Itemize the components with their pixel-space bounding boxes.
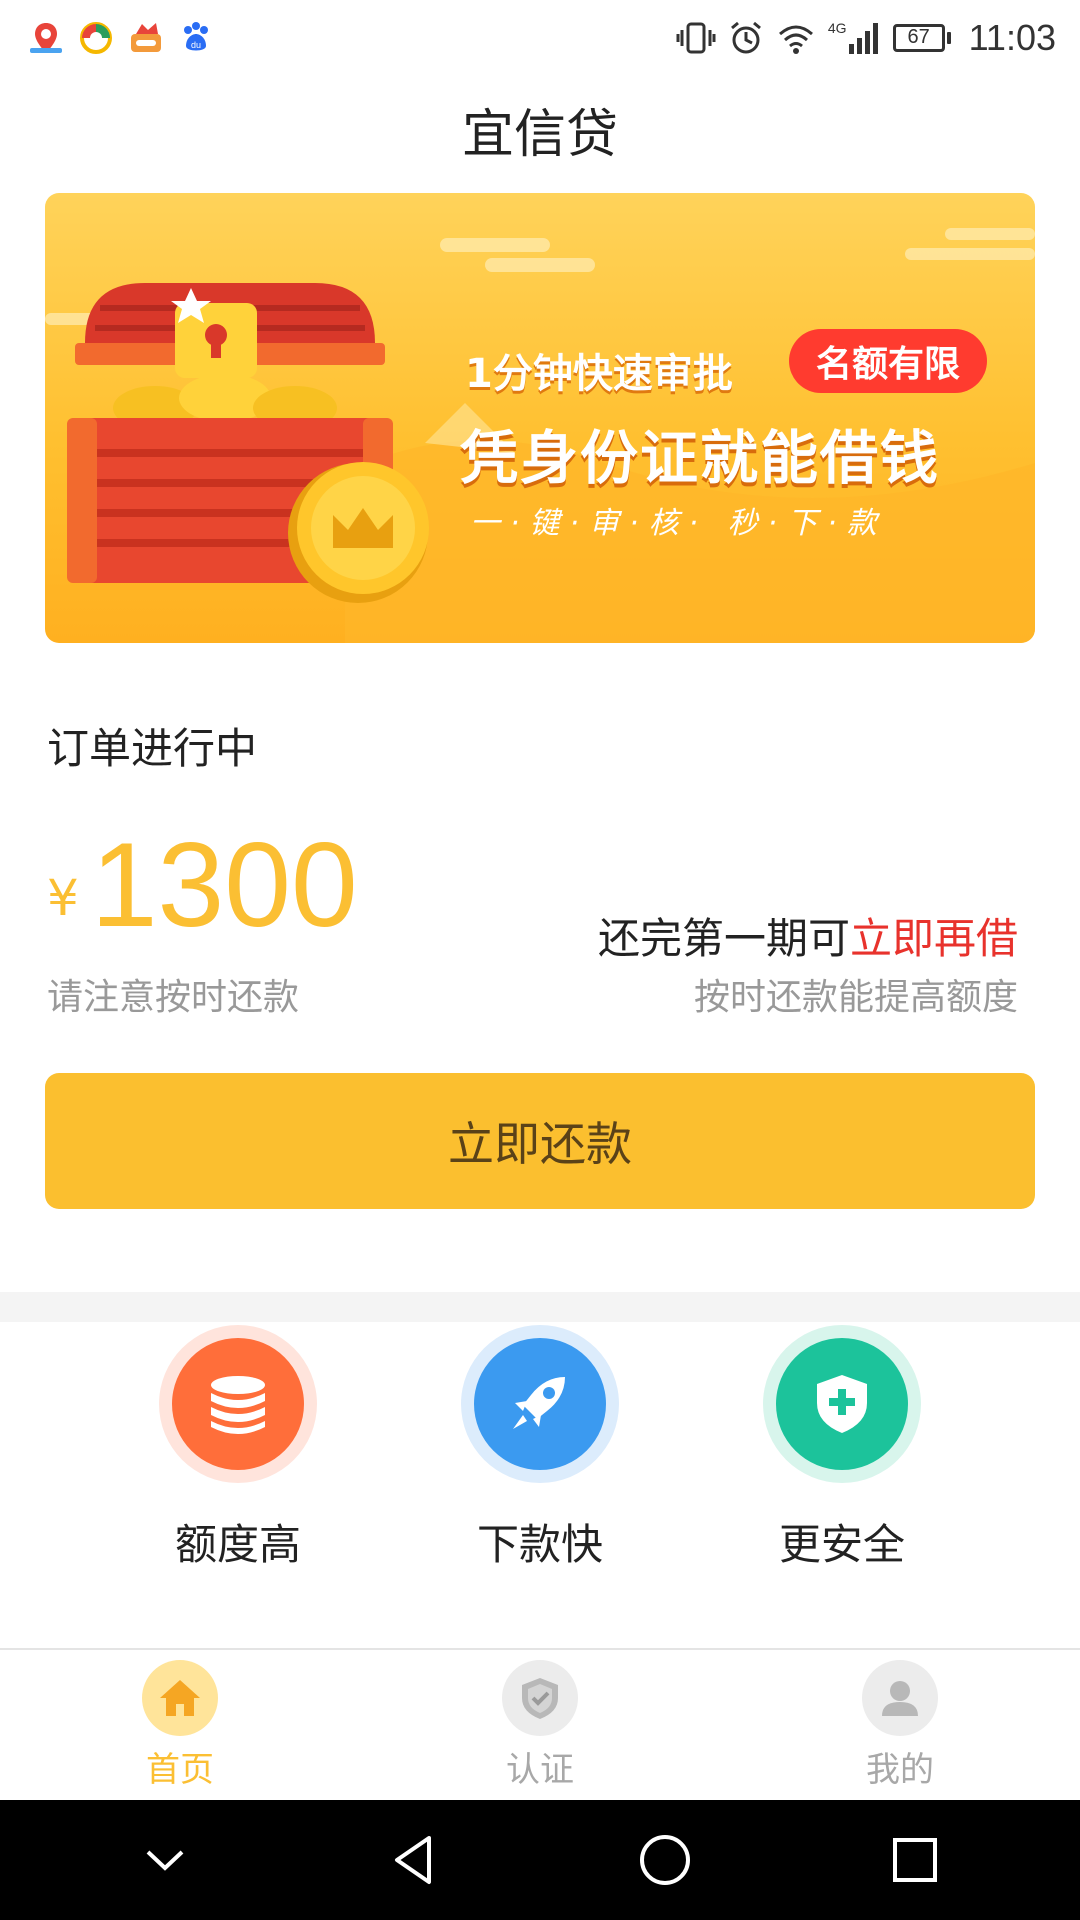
shop-icon	[128, 20, 164, 56]
map-icon	[28, 20, 64, 56]
loan-amount: ¥ 1300	[47, 825, 358, 945]
vibrate-icon	[676, 22, 716, 53]
raise-limit-text: 按时还款能提高额度	[693, 977, 1018, 1018]
hide-nav-button[interactable]	[105, 1810, 225, 1910]
feature-label: 更安全	[778, 1520, 905, 1569]
svg-text:du: du	[191, 40, 201, 50]
recents-button[interactable]	[855, 1810, 975, 1910]
chevron-down-icon	[146, 1850, 184, 1871]
shield-plus-icon	[776, 1338, 908, 1470]
repay-now-button[interactable]: 立即还款	[45, 1073, 1035, 1209]
amount-value: 1300	[90, 818, 358, 952]
feature-list: 额度高 下款快 更安全	[0, 1325, 1080, 1645]
database-icon	[172, 1338, 304, 1470]
shield-check-icon	[502, 1660, 578, 1736]
feature-fast-loan: 下款快	[420, 1325, 660, 1572]
repay-hint: 请注意按时还款	[47, 977, 300, 1018]
baidu-icon: du	[178, 20, 214, 56]
promo-banner[interactable]: 1分钟快速审批 名额有限 凭身份证就能借钱 一·键·审·核· 秒·下·款	[45, 193, 1035, 643]
system-nav-bar	[0, 1800, 1080, 1920]
reborrow-text: 还完第一期可立即再借	[597, 914, 1018, 963]
section-divider	[0, 1292, 1080, 1322]
system-status: 4G 67 11:03	[676, 17, 1056, 59]
reborrow-highlight: 立即再借	[849, 914, 1018, 963]
recents-square-icon	[893, 1838, 937, 1882]
order-status: 订单进行中	[47, 724, 258, 773]
feature-label: 下款快	[476, 1520, 603, 1569]
bottom-nav: 首页 认证 我的	[0, 1650, 1080, 1800]
feature-high-limit: 额度高	[118, 1325, 358, 1572]
cell-signal-icon: 4G	[828, 20, 881, 56]
back-triangle-icon	[395, 1836, 431, 1884]
back-button[interactable]	[355, 1810, 475, 1910]
user-icon	[862, 1660, 938, 1736]
currency-symbol: ¥	[47, 869, 79, 927]
feature-safe: 更安全	[722, 1325, 962, 1572]
feature-label: 额度高	[174, 1520, 301, 1569]
limited-badge: 名额有限	[789, 329, 987, 393]
alarm-icon	[730, 21, 761, 53]
home-circle-icon	[640, 1835, 690, 1885]
nav-label-mine: 我的	[866, 1750, 934, 1790]
notification-icons: du	[28, 20, 214, 56]
nav-label-home: 首页	[146, 1750, 214, 1790]
clock: 11:03	[968, 16, 1056, 58]
rocket-icon	[474, 1338, 606, 1470]
reborrow-info: 还完第一期可立即再借	[598, 905, 1018, 966]
home-button[interactable]	[605, 1810, 725, 1910]
banner-subtitle: 一·键·审·核· 秒·下·款	[470, 506, 887, 541]
page-title: 宜信贷	[461, 105, 618, 165]
network-type: 4G	[827, 19, 847, 36]
battery-level: 67	[892, 23, 945, 52]
home-icon	[142, 1660, 218, 1736]
nav-label-verify: 认证	[506, 1750, 574, 1790]
wifi-icon	[778, 25, 813, 54]
banner-headline: 1分钟快速审批	[465, 351, 733, 397]
nav-tab-verify[interactable]: 认证	[360, 1650, 720, 1800]
browser-icon	[78, 20, 114, 56]
status-bar: du 4G 67 11:03	[0, 0, 1080, 75]
banner-slogan: 凭身份证就能借钱	[460, 424, 941, 492]
nav-tab-mine[interactable]: 我的	[720, 1650, 1080, 1800]
nav-tab-home[interactable]: 首页	[0, 1650, 360, 1800]
battery-indicator: 67	[892, 23, 951, 52]
